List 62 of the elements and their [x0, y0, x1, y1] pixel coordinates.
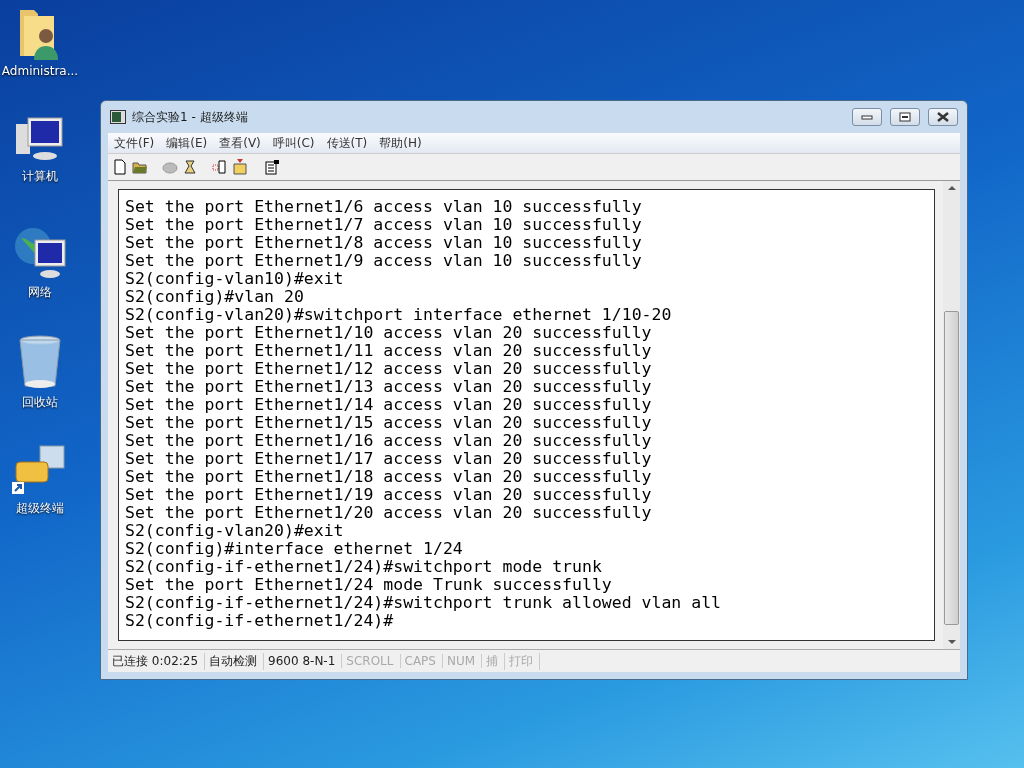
terminal-line: Set the port Ethernet1/20 access vlan 20 successfully [125, 504, 653, 522]
terminal-line: Set the port Ethernet1/11 access vlan 20 successfully [125, 342, 653, 360]
status-item: 9600 8-N-1 [264, 654, 343, 668]
minimize-button[interactable] [852, 108, 882, 126]
status-item: 打印 [505, 652, 541, 670]
menu-item[interactable]: 查看(V) [219, 134, 261, 152]
menu-item[interactable]: 呼叫(C) [272, 134, 315, 152]
scrollbar[interactable] [943, 181, 960, 649]
desktop-icon-label[interactable]: 回收站 [22, 394, 58, 411]
open-folder-icon[interactable] [132, 159, 148, 175]
desktop-icon-label[interactable]: 网络 [28, 284, 52, 301]
terminal-line: Set the port Ethernet1/12 access vlan 20 successfully [125, 360, 653, 378]
terminal-line: Set the port Ethernet1/8 access vlan 10 successfully [125, 234, 643, 252]
recycle-bin-icon [18, 334, 62, 390]
terminal-line: S2(config-if-ethernet1/24)#switchport mode trunk [125, 558, 603, 576]
maximize-icon [899, 112, 911, 122]
status-item: 捕 [482, 652, 506, 670]
terminal-line: Set the port Ethernet1/10 access vlan 20 successfully [125, 324, 653, 342]
terminal-line: Set the port Ethernet1/17 access vlan 20 successfully [125, 450, 653, 468]
status-item: NUM [442, 654, 483, 668]
desktop-icon-label[interactable]: 超级终端 [16, 500, 64, 517]
terminal-line: Set the port Ethernet1/18 access vlan 20 successfully [125, 468, 653, 486]
terminal-line: Set the port Ethernet1/14 access vlan 20 successfully [125, 396, 653, 414]
status-item: 已连接 0:02:25 [108, 652, 206, 670]
status-item: CAPS [400, 654, 443, 668]
app-icon [110, 110, 126, 124]
terminal-line: S2(config-if-ethernet1/24)#switchport trunk allowed vlan all [125, 594, 723, 612]
terminal-line: Set the port Ethernet1/19 access vlan 20 successfully [125, 486, 653, 504]
properties-icon[interactable] [264, 159, 280, 175]
close-button[interactable] [928, 108, 958, 126]
maximize-button[interactable] [890, 108, 920, 126]
terminal-line: S2(config-vlan10)#exit [125, 270, 345, 288]
menu-item[interactable]: 文件(F) [114, 134, 155, 152]
close-icon [936, 112, 950, 122]
terminal-line: S2(config)#vlan 20 [125, 288, 305, 306]
terminal-line: Set the port Ethernet1/24 mode Trunk successfully [125, 576, 613, 594]
terminal-line: Set the port Ethernet1/15 access vlan 20 successfully [125, 414, 653, 432]
send-file-icon[interactable] [212, 159, 228, 175]
terminal-line: Set the port Ethernet1/16 access vlan 20 successfully [125, 432, 653, 450]
terminal-line: S2(config-vlan20)#switchport interface ethernet 1/10-20 [125, 306, 673, 324]
status-item: 自动检测 [205, 652, 265, 670]
terminal-screen[interactable] [118, 189, 935, 641]
new-file-icon[interactable] [112, 159, 128, 175]
desktop-icon-label[interactable]: Administra... [1, 64, 79, 78]
terminal-line: Set the port Ethernet1/9 access vlan 10 successfully [125, 252, 643, 270]
terminal-line: S2(config)#interface ethernet 1/24 [125, 540, 464, 558]
window-title: 综合实验1 - 超级终端 [132, 108, 249, 126]
menu-item[interactable]: 帮助(H) [379, 134, 422, 152]
menu-item[interactable]: 编辑(E) [166, 134, 208, 152]
desktop-icon-label[interactable]: 计算机 [22, 168, 58, 185]
terminal-line: Set the port Ethernet1/13 access vlan 20 successfully [125, 378, 653, 396]
scroll-up-icon[interactable] [947, 185, 956, 191]
status-item: SCROLL [342, 654, 401, 668]
scroll-down-icon[interactable] [947, 639, 956, 645]
minimize-icon [861, 114, 873, 120]
terminal-line: S2(config-vlan20)#exit [125, 522, 345, 540]
terminal-line: Set the port Ethernet1/7 access vlan 10 successfully [125, 216, 643, 234]
terminal-line: S2(config-if-ethernet1/24)# [125, 612, 395, 630]
menu-item[interactable]: 传送(T) [326, 134, 368, 152]
receive-file-icon[interactable] [232, 159, 248, 175]
phone-computer-icon [12, 444, 68, 496]
terminal-line: Set the port Ethernet1/6 access vlan 10 successfully [125, 198, 643, 216]
